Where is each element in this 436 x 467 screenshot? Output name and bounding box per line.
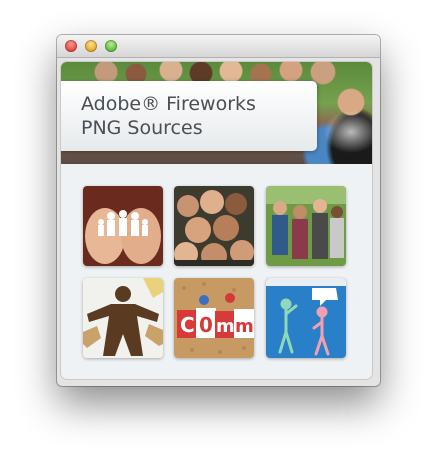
thumbnail-paper-family-hands[interactable] — [83, 186, 163, 266]
svg-text:m: m — [216, 316, 235, 337]
title-bar[interactable] — [57, 35, 380, 58]
students-photo-image — [266, 186, 346, 266]
header-banner: Adobe® Fireworks PNG Sources — [61, 62, 372, 164]
figures-speech-image — [266, 278, 346, 358]
content-panel: Adobe® Fireworks PNG Sources C 0 m m — [61, 62, 372, 379]
app-window: Adobe® Fireworks PNG Sources C 0 m m — [57, 35, 380, 386]
minimize-window-button[interactable] — [85, 40, 97, 52]
svg-text:m: m — [235, 316, 254, 337]
close-window-button[interactable] — [65, 40, 77, 52]
corkboard-letters-image: C 0 m m — [174, 278, 254, 358]
svg-text:C: C — [180, 313, 195, 337]
thumbnail-paper-people-chain[interactable] — [83, 278, 163, 358]
thumbnail-group-of-young-people[interactable] — [174, 186, 254, 266]
title-card: Adobe® Fireworks PNG Sources — [61, 81, 317, 151]
thumbnail-grid: C 0 m m — [61, 164, 372, 379]
paper-figures-image — [83, 278, 163, 358]
svg-text:0: 0 — [199, 313, 213, 337]
crowd-photo-image — [174, 186, 254, 266]
thumbnail-two-figures-blue[interactable] — [266, 278, 346, 358]
thumbnail-corkboard-letters-comm[interactable]: C 0 m m — [174, 278, 254, 358]
thumbnail-students-on-grass[interactable] — [266, 186, 346, 266]
title-line-2: PNG Sources — [81, 117, 203, 139]
title-line-1: Adobe® Fireworks — [81, 93, 256, 115]
hands-paper-chain-image — [83, 186, 163, 266]
zoom-window-button[interactable] — [105, 40, 117, 52]
